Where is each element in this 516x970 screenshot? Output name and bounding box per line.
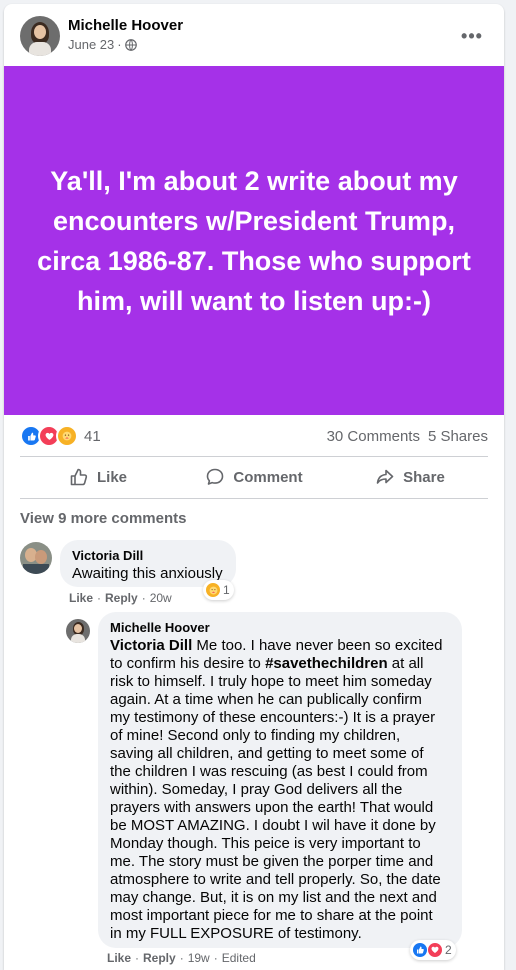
- comment-button[interactable]: Comment: [176, 457, 332, 497]
- author-avatar[interactable]: [20, 16, 60, 56]
- commenter-avatar[interactable]: [20, 542, 52, 574]
- reply-time[interactable]: 19w: [188, 951, 210, 965]
- comments-count[interactable]: 30 Comments: [327, 428, 420, 445]
- share-label: Share: [403, 468, 445, 486]
- more-options-icon[interactable]: •••: [454, 18, 490, 54]
- like-label: Like: [96, 468, 127, 486]
- meta-dot: ·: [179, 951, 184, 965]
- comment-time[interactable]: 20w: [150, 591, 172, 605]
- share-button[interactable]: Share: [332, 457, 488, 497]
- care-reaction-icon: [56, 425, 78, 447]
- stats-right: 30 Comments 5 Shares: [327, 428, 488, 445]
- reply-bubble: Michelle Hoover Victoria Dill Me too. I …: [98, 612, 462, 948]
- author-name[interactable]: Michelle Hoover: [68, 17, 183, 34]
- love-reaction-icon: [427, 942, 443, 958]
- comment-reply-link[interactable]: Reply: [105, 591, 138, 605]
- comment-meta: Like · Reply · 20w: [69, 591, 172, 605]
- meta-separator: ·: [117, 37, 122, 52]
- post-header: Michelle Hoover June 23 · •••: [4, 4, 504, 66]
- reply-text: Victoria Dill Me too. I have never been …: [110, 637, 450, 943]
- meta-dot: ·: [135, 951, 140, 965]
- post-actions: Like Comment Share: [20, 457, 488, 497]
- reply-meta: Like · Reply · 19w · Edited: [107, 951, 256, 965]
- reply-text-line1: Me too. I have never been so excited: [192, 637, 443, 654]
- hashtag-link[interactable]: #savethechildren: [265, 655, 388, 672]
- meta-dot: ·: [97, 591, 102, 605]
- edited-label: Edited: [221, 951, 256, 965]
- reply-author-avatar[interactable]: [66, 619, 90, 643]
- thumbs-up-icon: [69, 467, 89, 487]
- comment-icon: [205, 467, 225, 487]
- meta-dot: ·: [141, 591, 146, 605]
- reply-reaction-count: 2: [445, 943, 452, 957]
- comment-label: Comment: [233, 468, 303, 486]
- reply-text-line2: to confirm his desire to: [110, 655, 266, 672]
- like-button[interactable]: Like: [20, 457, 176, 497]
- reply-text-rest: at all risk to himself. I truly hope to …: [110, 655, 441, 942]
- tagged-user[interactable]: Victoria Dill: [110, 637, 192, 654]
- comment-author[interactable]: Victoria Dill: [72, 548, 224, 563]
- comment-text: Awaiting this anxiously: [72, 565, 223, 582]
- comment-like-link[interactable]: Like: [69, 591, 93, 605]
- post-date[interactable]: June 23: [68, 37, 114, 52]
- care-reaction-icon: [205, 582, 221, 598]
- reply-reactions[interactable]: 2: [410, 940, 456, 960]
- meta-dot: ·: [213, 951, 218, 965]
- post-card: Michelle Hoover June 23 · ••• Ya'll, I'm…: [4, 4, 504, 970]
- post-meta: June 23 ·: [68, 37, 137, 52]
- banner-text: Ya'll, I'm about 2 write about my encoun…: [37, 165, 471, 316]
- comment-reactions[interactable]: 1: [203, 580, 234, 600]
- reply-like-link[interactable]: Like: [107, 951, 131, 965]
- reaction-count[interactable]: 41: [84, 428, 101, 445]
- like-reaction-icon: [412, 942, 428, 958]
- reaction-icons[interactable]: [20, 425, 78, 447]
- view-more-comments-link[interactable]: View 9 more comments: [20, 510, 186, 527]
- post-banner: Ya'll, I'm about 2 write about my encoun…: [4, 66, 504, 415]
- share-icon: [375, 467, 395, 487]
- actions-divider: [20, 498, 488, 499]
- post-stats: 41 30 Comments 5 Shares: [20, 422, 488, 450]
- comment-reaction-count: 1: [223, 583, 230, 597]
- reply-author[interactable]: Michelle Hoover: [110, 620, 450, 635]
- reply-reply-link[interactable]: Reply: [143, 951, 176, 965]
- shares-count[interactable]: 5 Shares: [428, 428, 488, 445]
- globe-icon: [124, 38, 137, 51]
